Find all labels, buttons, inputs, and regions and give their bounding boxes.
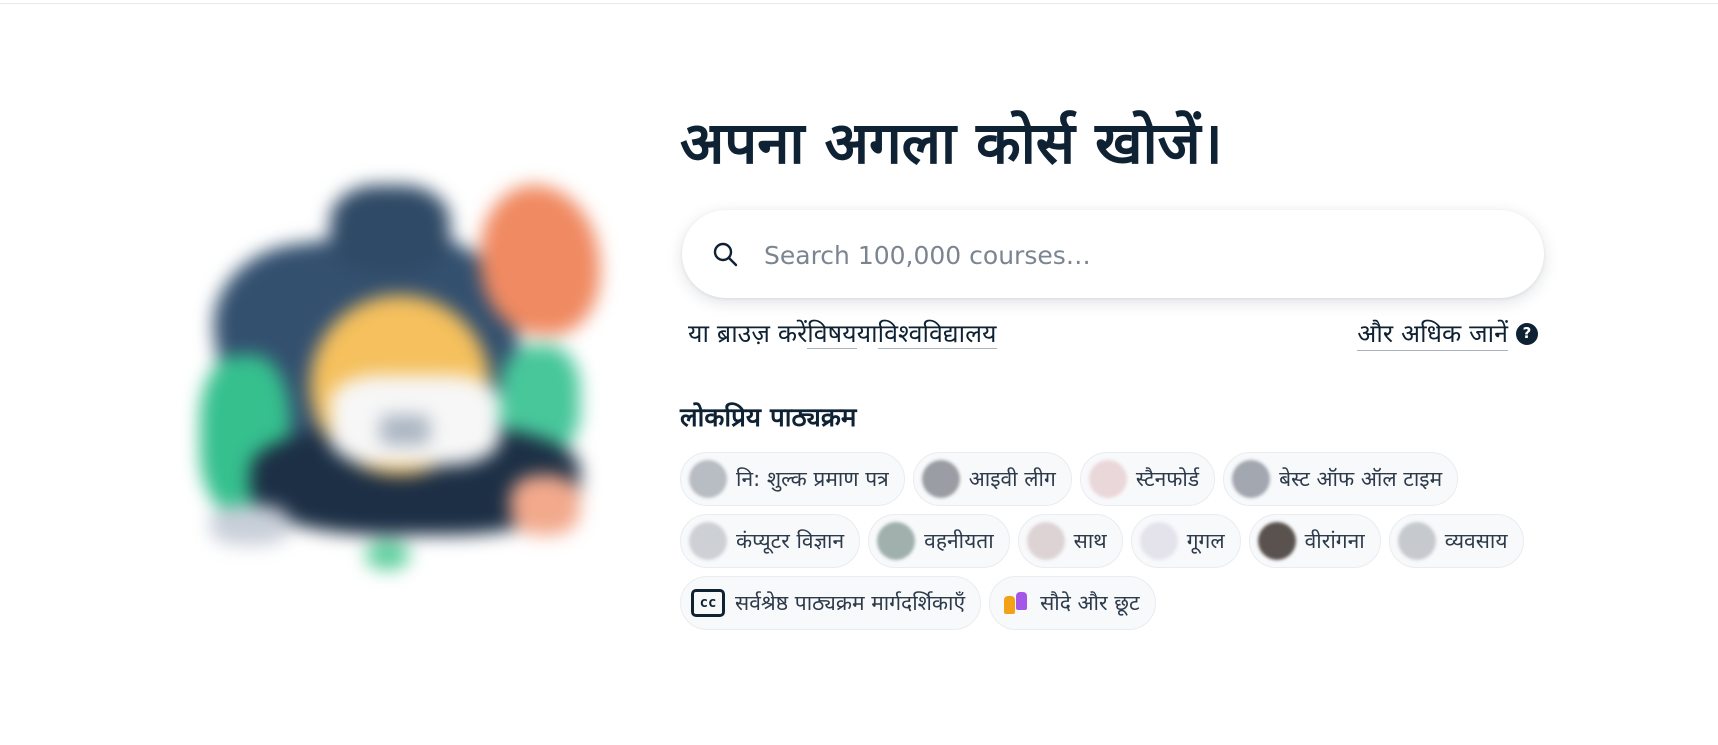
chip-avatar xyxy=(921,460,960,498)
chip-sustainability[interactable]: वहनीयता xyxy=(868,514,1010,568)
hero-illustration xyxy=(190,175,630,585)
price-tag-icon xyxy=(1002,590,1030,616)
chip-avatar xyxy=(689,460,727,498)
chip-label: वहनीयता xyxy=(924,529,994,553)
popular-courses-heading: लोकप्रिय पाठ्यक्रम xyxy=(680,403,857,433)
help-icon[interactable]: ? xyxy=(1516,322,1538,345)
top-divider xyxy=(0,3,1718,4)
chip-avatar xyxy=(1397,522,1436,560)
chip-label: गूगल xyxy=(1186,529,1225,553)
chip-label: बेस्ट ऑफ ऑल टाइम xyxy=(1279,467,1443,491)
popular-chips-row: कंप्यूटर विज्ञान वहनीयता साथ गूगल वीरांग… xyxy=(680,514,1524,568)
chip-best-course-guides[interactable]: cc सर्वश्रेष्ठ पाठ्यक्रम मार्गदर्शिकाएँ xyxy=(680,576,982,630)
chip-avatar xyxy=(689,522,727,560)
search-input[interactable] xyxy=(762,230,1506,280)
browse-separator: या xyxy=(856,319,878,348)
chip-label: सौदे और छूट xyxy=(1040,591,1140,615)
chip-avatar xyxy=(877,522,916,560)
popular-chips-row: cc सर्वश्रेष्ठ पाठ्यक्रम मार्गदर्शिकाएँ … xyxy=(680,576,1156,630)
chip-label: स्टैनफोर्ड xyxy=(1135,467,1200,491)
browse-universities-link[interactable]: विश्वविद्यालय xyxy=(877,319,997,349)
browse-prefix: या ब्राउज़ करें xyxy=(688,319,808,348)
chip-label: साथ xyxy=(1073,529,1107,553)
search-icon xyxy=(713,242,738,267)
chip-ivy-league[interactable]: आइवी लीग xyxy=(912,452,1072,506)
chip-label: कंप्यूटर विज्ञान xyxy=(736,529,845,553)
chip-free-certificates[interactable]: नि: शुल्क प्रमाण पत्र xyxy=(680,452,905,506)
browse-links: या ब्राउज़ करेंविषययाविश्वविद्यालय xyxy=(688,316,997,350)
chip-label: वीरांगना xyxy=(1304,529,1365,553)
popular-chips-row: नि: शुल्क प्रमाण पत्र आइवी लीग स्टैनफोर्… xyxy=(680,452,1459,506)
chip-label: आइवी लीग xyxy=(968,467,1056,491)
browse-subjects-link[interactable]: विषय xyxy=(807,319,857,349)
chip-stanford[interactable]: स्टैनफोर्ड xyxy=(1079,452,1216,506)
chip-computer-science[interactable]: कंप्यूटर विज्ञान xyxy=(680,514,861,568)
search-bar[interactable] xyxy=(682,210,1544,298)
chip-amazon[interactable]: वीरांगना xyxy=(1248,514,1381,568)
chip-label: व्यवसाय xyxy=(1444,529,1508,553)
chip-best-of-all-time[interactable]: बेस्ट ऑफ ऑल टाइम xyxy=(1223,452,1459,506)
chip-avatar xyxy=(1139,522,1178,560)
chip-deals-and-discounts[interactable]: सौदे और छूट xyxy=(989,576,1156,630)
chip-label: नि: शुल्क प्रमाण पत्र xyxy=(736,467,889,491)
chip-avatar xyxy=(1026,522,1065,560)
learn-more-link[interactable]: और अधिक जानें xyxy=(1357,316,1508,351)
chip-google[interactable]: गूगल xyxy=(1130,514,1241,568)
chip-business[interactable]: व्यवसाय xyxy=(1388,514,1524,568)
chip-label: सर्वश्रेष्ठ पाठ्यक्रम मार्गदर्शिकाएँ xyxy=(735,591,966,615)
page-title: अपना अगला कोर्स खोजें। xyxy=(680,109,1223,177)
chip-avatar xyxy=(1257,522,1296,560)
cc-icon: cc xyxy=(691,589,725,617)
chip-avatar xyxy=(1088,460,1127,498)
chip-together[interactable]: साथ xyxy=(1017,514,1123,568)
learn-more: और अधिक जानें ? xyxy=(1357,316,1538,351)
chip-avatar xyxy=(1232,460,1271,498)
